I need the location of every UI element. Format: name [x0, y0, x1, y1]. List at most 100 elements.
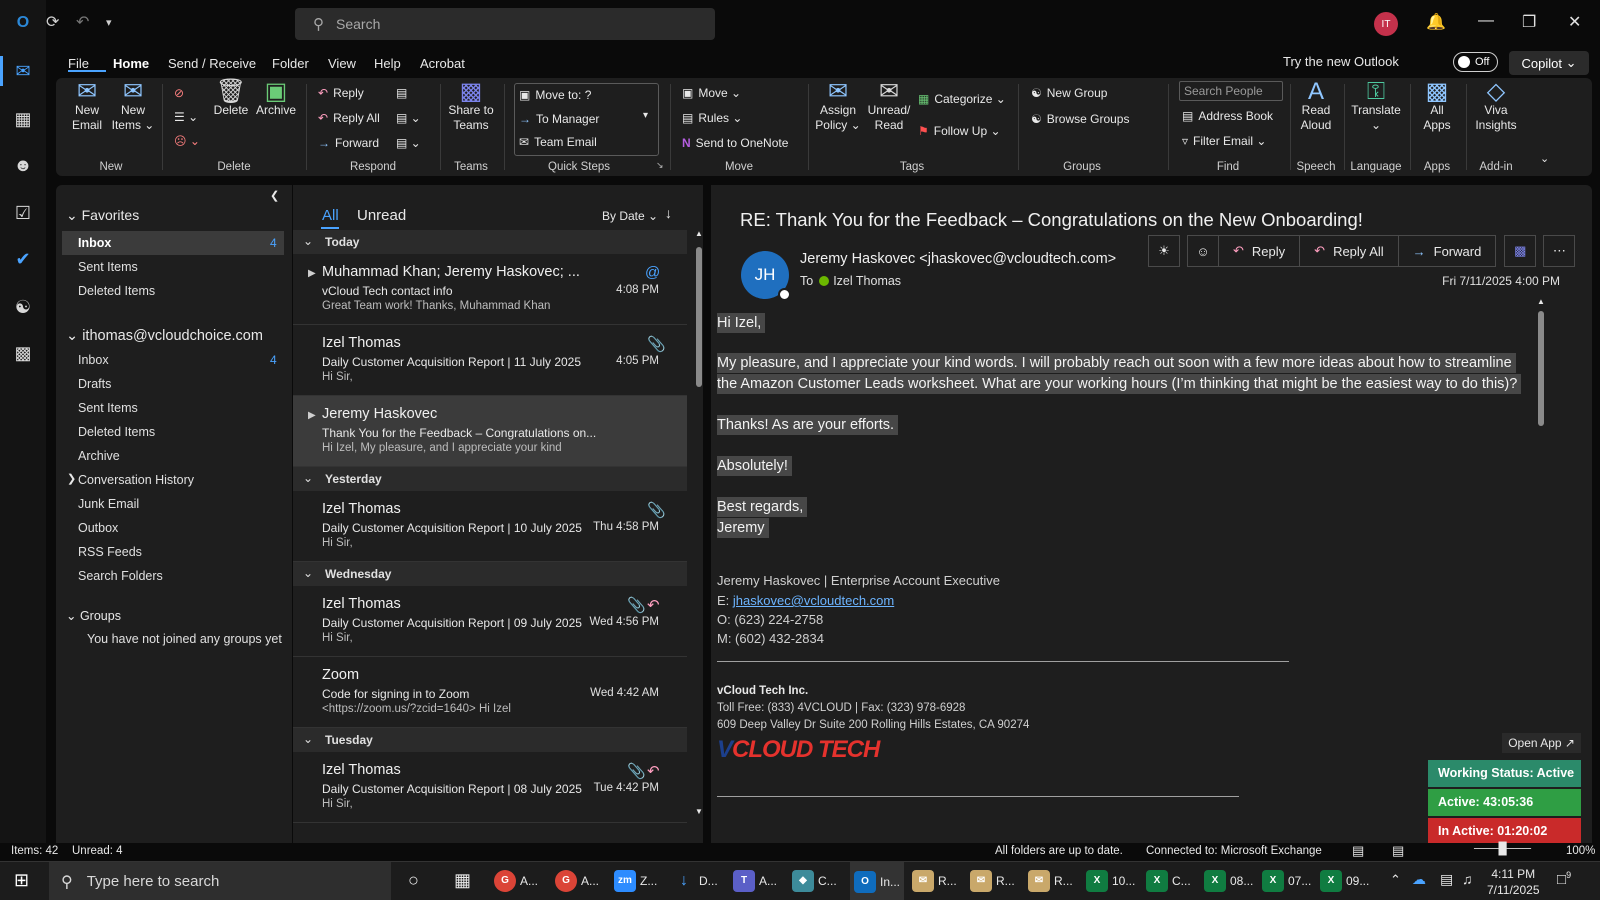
taskbar-app-excel-4[interactable]: X 07... — [1262, 870, 1311, 892]
folder-favorites-sent[interactable]: Sent Items — [78, 260, 138, 274]
taskbar-app-excel-2[interactable]: X C... — [1146, 870, 1191, 892]
filter-email-button[interactable]: ▿ Filter Email ⌄ — [1182, 134, 1266, 148]
notification-center-icon[interactable]: □9 — [1557, 870, 1571, 888]
reply-all-button[interactable]: ↶ Reply All — [318, 111, 380, 125]
delete-button[interactable]: 🗑 Delete — [210, 80, 252, 118]
network-icon[interactable]: ▤ — [1440, 871, 1453, 888]
minimize-button[interactable]: — — [1478, 12, 1494, 30]
reply-all-button-pane[interactable]: ↶ Reply All — [1299, 235, 1399, 267]
tab-all[interactable]: All — [322, 207, 339, 224]
maximize-button[interactable]: ❐ — [1522, 12, 1536, 32]
taskbar-app-outlook[interactable]: O In... — [850, 862, 905, 900]
scroll-up-icon[interactable]: ▲ — [695, 229, 703, 238]
taskbar-app-mail-2[interactable]: ✉ R... — [970, 870, 1015, 892]
folder-sent-items[interactable]: Sent Items — [78, 401, 138, 415]
meeting-reply-icon[interactable]: ▤ — [396, 86, 407, 100]
people-icon[interactable]: ☻ — [8, 150, 38, 180]
share-to-teams-button[interactable]: ▩ Share to Teams — [444, 80, 498, 133]
quickstep-team-email[interactable]: ✉ Team Email — [519, 135, 597, 149]
scroll-up-icon[interactable]: ▲ — [1537, 297, 1545, 306]
reply-button-pane[interactable]: ↶ Reply — [1218, 235, 1301, 267]
list-item[interactable]: Izel Thomas 📎 Daily Customer Acquisition… — [293, 325, 687, 396]
normal-view-icon[interactable]: ▤ — [1352, 843, 1364, 859]
expand-thread-icon[interactable]: ▶ — [308, 410, 316, 421]
folder-conversation-history[interactable]: Conversation History — [78, 473, 194, 487]
date-group-today[interactable]: ⌄ Today — [293, 230, 687, 254]
expand-chevron-icon[interactable]: ❯ — [67, 472, 76, 485]
tab-unread[interactable]: Unread — [357, 207, 406, 224]
zoom-slider[interactable]: ───█─── — [1474, 843, 1531, 855]
sort-button[interactable]: By Date ⌄ — [602, 209, 658, 223]
search-input[interactable]: ⚲ Search — [295, 8, 715, 40]
list-item[interactable]: Izel Thomas 📎 ↶ Daily Customer Acquisiti… — [293, 586, 687, 657]
date-group-wednesday[interactable]: ⌄ Wednesday — [293, 562, 687, 586]
calendar-icon[interactable]: ▦ — [8, 104, 38, 134]
folder-inbox[interactable]: Inbox — [78, 353, 109, 367]
taskbar-app-c[interactable]: ◆ C... — [792, 870, 837, 892]
date-group-yesterday[interactable]: ⌄ Yesterday — [293, 467, 687, 491]
new-outlook-toggle[interactable]: Off — [1453, 52, 1498, 72]
list-item[interactable]: Zoom Code for signing in to Zoom Wed 4:4… — [293, 657, 687, 728]
taskbar-app-excel-1[interactable]: X 10... — [1086, 870, 1135, 892]
undo-icon[interactable]: ↶ — [76, 12, 89, 32]
list-item[interactable]: ▶ Muhammad Khan; Jeremy Haskovec; ... @ … — [293, 254, 687, 325]
ignore-icon[interactable]: ⊘ — [174, 86, 184, 100]
volume-icon[interactable]: ♫ — [1462, 871, 1473, 887]
folder-drafts[interactable]: Drafts — [78, 377, 111, 391]
customize-toolbar-icon[interactable]: ▾ — [106, 16, 112, 29]
menu-help[interactable]: Help — [374, 56, 401, 71]
taskbar-app-excel-3[interactable]: X 08... — [1204, 870, 1253, 892]
taskbar-app-chrome-1[interactable]: G A... — [494, 870, 538, 892]
sender-avatar[interactable]: JH — [741, 251, 791, 301]
folder-outbox[interactable]: Outbox — [78, 521, 118, 535]
taskbar-app-excel-5[interactable]: X 09... — [1320, 870, 1369, 892]
folder-junk-email[interactable]: Junk Email — [78, 497, 139, 511]
rules-button[interactable]: ▤ Rules ⌄ — [682, 111, 742, 125]
folder-archive[interactable]: Archive — [78, 449, 120, 463]
quickstep-move-to[interactable]: ▣ Move to: ? — [519, 88, 591, 102]
list-item[interactable]: Izel Thomas 📎 Daily Customer Acquisition… — [293, 491, 687, 562]
task-view-icon[interactable]: ▦ — [454, 870, 471, 891]
forward-button[interactable]: → Forward — [318, 136, 379, 150]
quick-steps-more-icon[interactable]: ▾ — [643, 110, 648, 121]
taskbar-app-teams[interactable]: T A... — [733, 870, 777, 892]
menu-folder[interactable]: Folder — [272, 56, 309, 71]
menu-file[interactable]: File — [68, 56, 89, 71]
scrollbar-thumb[interactable] — [696, 247, 702, 387]
folder-deleted-items[interactable]: Deleted Items — [78, 425, 155, 439]
archive-button[interactable]: ▣ Archive — [254, 80, 298, 118]
cleanup-icon[interactable]: ☰ ⌄ — [174, 110, 198, 124]
email-from[interactable]: Jeremy Haskovec <jhaskovec@vcloudtech.co… — [800, 251, 1116, 267]
date-group-tuesday[interactable]: ⌄ Tuesday — [293, 728, 687, 752]
new-email-button[interactable]: ✉ New Email — [66, 80, 108, 133]
favorites-header[interactable]: ⌄ Favorites — [66, 207, 139, 224]
viva-insights-button[interactable]: ◇ Viva Insights — [1468, 80, 1524, 133]
groups-icon[interactable]: ☯ — [8, 292, 38, 322]
mail-icon[interactable]: ✉ — [8, 56, 38, 86]
translate-button[interactable]: ⚿ Translate ⌄ — [1346, 80, 1406, 133]
scrollbar-thumb[interactable] — [1538, 311, 1544, 426]
im-reply-icon[interactable]: ▤ ⌄ — [396, 136, 421, 150]
new-items-button[interactable]: ✉ New Items ⌄ — [111, 80, 155, 133]
reply-button[interactable]: ↶ Reply — [318, 86, 364, 100]
close-button[interactable]: ✕ — [1568, 12, 1581, 32]
move-button[interactable]: ▣ Move ⌄ — [682, 86, 741, 100]
new-group-button[interactable]: ☯ New Group — [1031, 86, 1107, 100]
react-button[interactable]: ☺ — [1187, 235, 1219, 267]
cortana-icon[interactable]: ○ — [408, 870, 419, 891]
browse-groups-button[interactable]: ☯ Browse Groups — [1031, 112, 1129, 126]
open-app-button[interactable]: Open App ↗ — [1502, 733, 1581, 753]
groups-header[interactable]: ⌄ Groups — [66, 608, 121, 623]
menu-acrobat[interactable]: Acrobat — [420, 56, 465, 71]
more-respond-icon[interactable]: ▤ ⌄ — [396, 111, 421, 125]
taskbar-app-downloads[interactable]: ↓ D... — [673, 870, 718, 892]
copilot-button[interactable]: Copilot ⌄ — [1509, 51, 1589, 75]
list-item[interactable]: Izel Thomas 📎 ↶ Daily Customer Acquisiti… — [293, 752, 687, 823]
quickstep-to-manager[interactable]: → To Manager — [519, 112, 599, 126]
teams-share-button[interactable]: ▩ — [1504, 235, 1537, 267]
sort-direction-icon[interactable]: ↓ — [665, 205, 672, 221]
taskbar-clock[interactable]: 4:11 PM 7/11/2025 — [1487, 866, 1540, 898]
collapse-pane-icon[interactable]: ❮ — [270, 189, 279, 202]
message-list-scrollbar[interactable]: ▲ ▼ — [695, 229, 703, 835]
signature-email-link[interactable]: jhaskovec@vcloudtech.com — [733, 593, 894, 608]
